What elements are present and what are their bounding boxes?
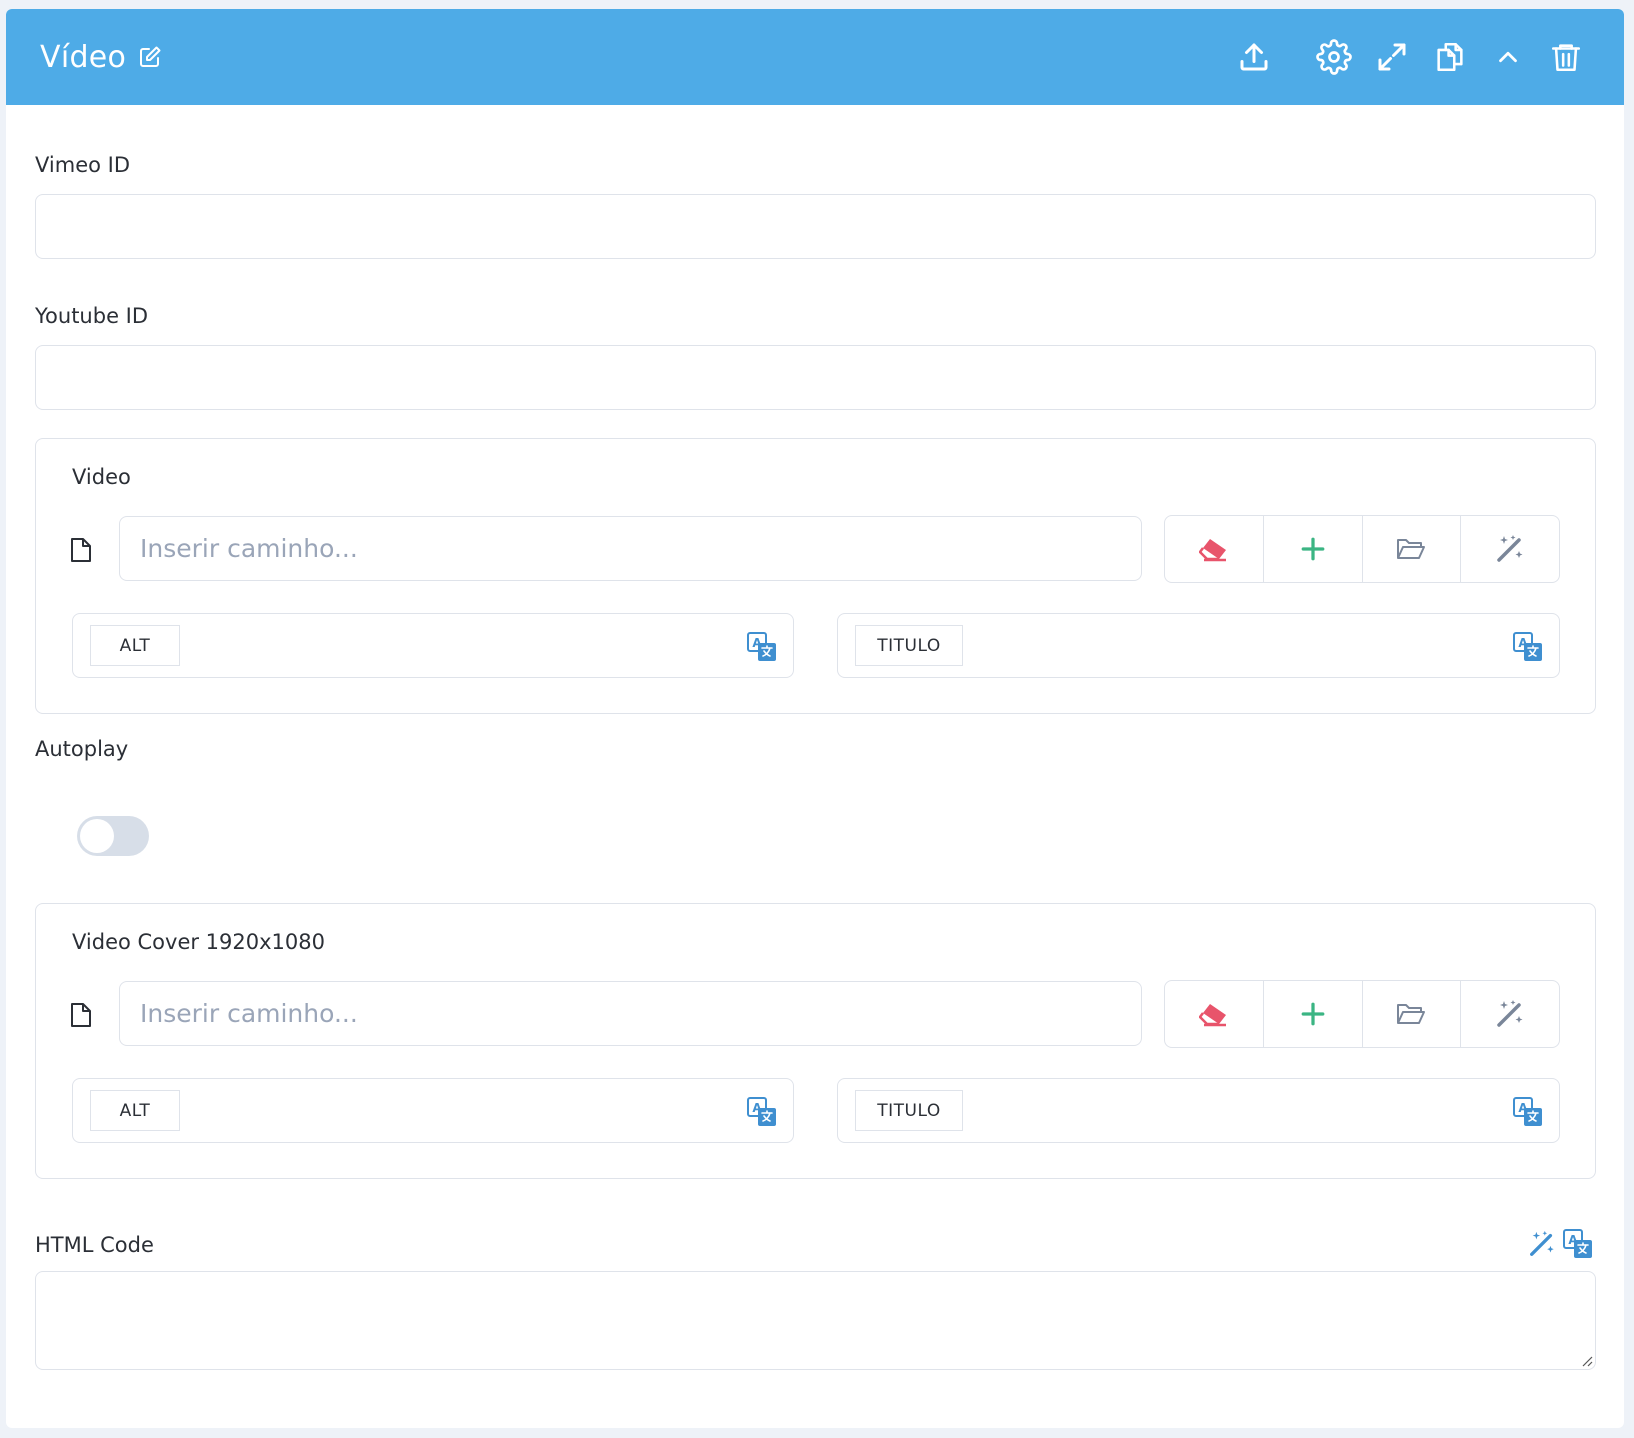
- folder-open-icon[interactable]: [1363, 981, 1462, 1047]
- block-title: Vídeo: [40, 39, 127, 75]
- video-cover-media-box: Video Cover 1920x1080 Inserir caminho...…: [35, 903, 1596, 1179]
- video-title-field: TITULO A: [837, 613, 1560, 678]
- translate-icon[interactable]: A: [1560, 1226, 1596, 1262]
- video-alt-field: ALT A: [72, 613, 794, 678]
- html-code-actions: A: [1524, 1226, 1596, 1262]
- vimeo-id-label: Vimeo ID: [35, 153, 131, 177]
- video-cover-media-actions: [1164, 980, 1560, 1048]
- video-cover-alt-input[interactable]: [198, 1091, 733, 1131]
- folder-open-icon[interactable]: [1363, 516, 1462, 582]
- magic-wand-icon[interactable]: [1461, 981, 1559, 1047]
- video-cover-alt-field: ALT A: [72, 1078, 794, 1143]
- video-media-actions: [1164, 515, 1560, 583]
- vimeo-id-input[interactable]: [35, 194, 1596, 259]
- add-icon[interactable]: [1264, 516, 1363, 582]
- youtube-id-input[interactable]: [35, 345, 1596, 410]
- upload-icon[interactable]: [1230, 33, 1278, 81]
- video-cover-media-label: Video Cover 1920x1080: [72, 930, 325, 954]
- video-media-label: Video: [72, 465, 131, 489]
- eraser-icon[interactable]: [1165, 516, 1264, 582]
- translate-icon[interactable]: A: [747, 1097, 777, 1127]
- magic-wand-icon[interactable]: [1461, 516, 1559, 582]
- translate-icon[interactable]: A: [1513, 1097, 1543, 1127]
- video-cover-title-field: TITULO A: [837, 1078, 1560, 1143]
- magic-wand-icon[interactable]: [1524, 1226, 1560, 1262]
- translate-icon[interactable]: A: [747, 632, 777, 662]
- autoplay-toggle[interactable]: [77, 816, 149, 856]
- eraser-icon[interactable]: [1165, 981, 1264, 1047]
- video-cover-path-input[interactable]: [119, 981, 1142, 1046]
- translate-icon[interactable]: A: [1513, 632, 1543, 662]
- block-header: Vídeo: [6, 9, 1624, 105]
- alt-tag: ALT: [90, 625, 180, 666]
- header-actions: [1230, 9, 1590, 105]
- edit-icon[interactable]: [138, 45, 162, 69]
- title-tag: TITULO: [855, 1090, 963, 1131]
- gear-icon[interactable]: [1310, 33, 1358, 81]
- chevron-up-icon[interactable]: [1484, 33, 1532, 81]
- autoplay-label: Autoplay: [35, 737, 129, 761]
- video-alt-input[interactable]: [198, 626, 733, 666]
- video-title-input[interactable]: [980, 626, 1499, 666]
- html-code-textarea[interactable]: [35, 1271, 1596, 1370]
- copy-icon[interactable]: [1426, 33, 1474, 81]
- alt-tag: ALT: [90, 1090, 180, 1131]
- video-block-panel: Vídeo Vimeo ID Youtube ID Video Inserir …: [6, 9, 1624, 1428]
- expand-icon[interactable]: [1368, 33, 1416, 81]
- title-tag: TITULO: [855, 625, 963, 666]
- file-icon: [71, 1003, 91, 1027]
- video-path-input[interactable]: [119, 516, 1142, 581]
- resize-grip-icon[interactable]: [1581, 1355, 1593, 1367]
- add-icon[interactable]: [1264, 981, 1363, 1047]
- video-media-box: Video Inserir caminho... ALT A TITULO A: [35, 438, 1596, 714]
- file-icon: [71, 538, 91, 562]
- html-code-label: HTML Code: [35, 1233, 154, 1257]
- trash-icon[interactable]: [1542, 33, 1590, 81]
- toggle-knob: [80, 819, 114, 853]
- youtube-id-label: Youtube ID: [35, 304, 149, 328]
- video-cover-title-input[interactable]: [980, 1091, 1499, 1131]
